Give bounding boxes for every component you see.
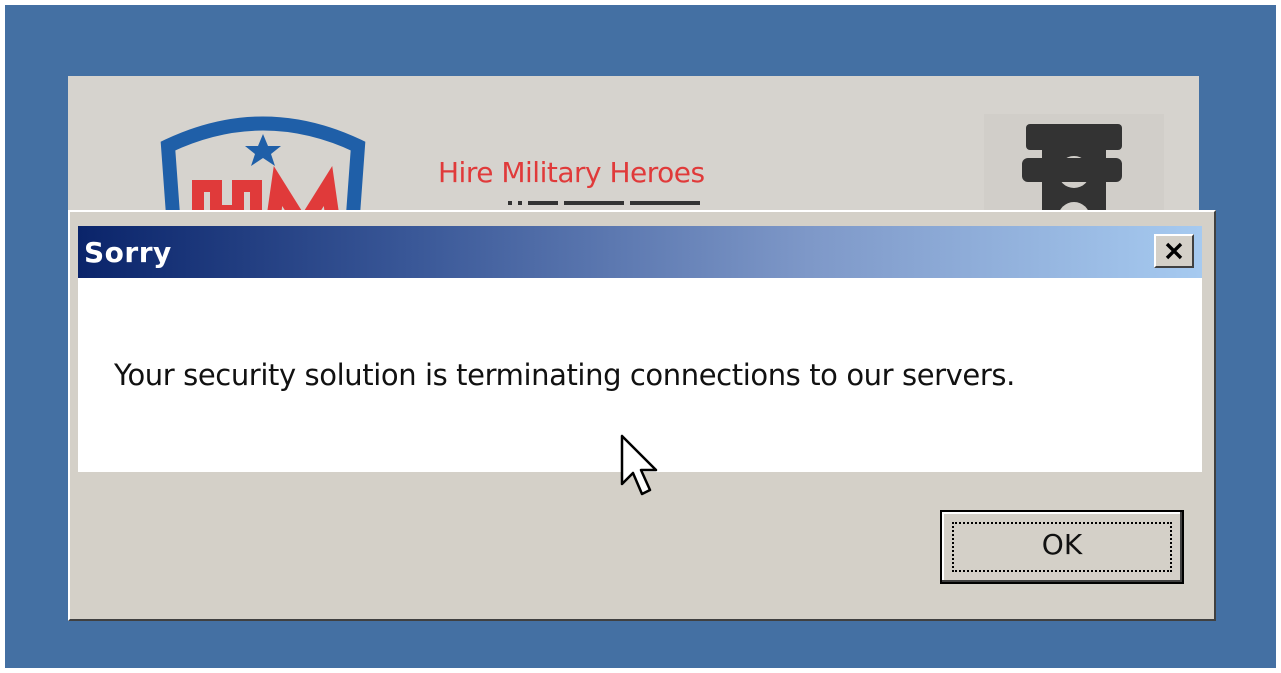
desktop: Hire Military Heroes Sorry Your security… xyxy=(5,5,1276,668)
app-title: Hire Military Heroes xyxy=(438,156,705,189)
dialog-titlebar[interactable]: Sorry xyxy=(78,226,1202,278)
mouse-pointer-icon xyxy=(620,434,660,500)
dialog-message: Your security solution is terminating co… xyxy=(114,358,1015,392)
ok-button-label: OK xyxy=(1041,528,1083,561)
sorry-dialog: Sorry Your security solution is terminat… xyxy=(68,210,1216,621)
close-icon xyxy=(1165,242,1183,260)
close-button[interactable] xyxy=(1154,234,1194,268)
ok-button[interactable]: OK xyxy=(940,510,1184,584)
dialog-title: Sorry xyxy=(84,236,172,269)
